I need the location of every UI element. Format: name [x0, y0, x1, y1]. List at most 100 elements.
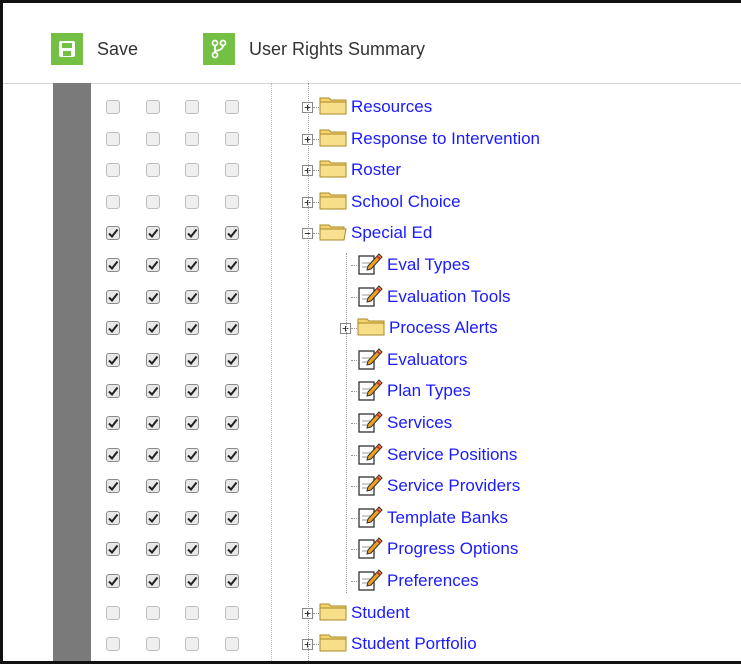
checkbox-r-progress-options[interactable] — [106, 542, 120, 556]
checkbox-d-service-positions[interactable] — [225, 448, 239, 462]
checkbox-r-evaluators[interactable] — [106, 353, 120, 367]
checkbox-d-services[interactable] — [225, 416, 239, 430]
checkbox-r-service-providers[interactable] — [106, 479, 120, 493]
tree-node-evaluation-tools: Evaluation Tools — [340, 284, 511, 310]
checkbox-d-process-alerts[interactable] — [225, 321, 239, 335]
checkbox-a-resources[interactable] — [185, 100, 199, 114]
tree-node-label[interactable]: Services — [387, 413, 452, 433]
checkbox-r-student[interactable] — [106, 606, 120, 620]
folder-icon — [319, 632, 347, 657]
tree-node-label[interactable]: Progress Options — [387, 539, 518, 559]
checkbox-r-service-positions[interactable] — [106, 448, 120, 462]
checkbox-w-progress-options[interactable] — [146, 542, 160, 556]
checkbox-d-response-to-intervention[interactable] — [225, 132, 239, 146]
checkbox-r-school-choice[interactable] — [106, 195, 120, 209]
checkbox-r-special-ed[interactable] — [106, 226, 120, 240]
checkbox-r-roster[interactable] — [106, 163, 120, 177]
tree-node-eval-types: Eval Types — [340, 252, 470, 278]
checkbox-d-progress-options[interactable] — [225, 542, 239, 556]
checkbox-d-template-banks[interactable] — [225, 511, 239, 525]
save-label: Save — [97, 38, 139, 59]
checkbox-r-template-banks[interactable] — [106, 511, 120, 525]
checkbox-r-eval-types[interactable] — [106, 258, 120, 272]
checkbox-r-evaluation-tools[interactable] — [106, 290, 120, 304]
checkbox-d-student[interactable] — [225, 606, 239, 620]
tree-node-label[interactable]: Response to Intervention — [351, 129, 540, 149]
tree-node-label[interactable]: Process Alerts — [389, 318, 498, 338]
tree-node-label[interactable]: Service Positions — [387, 445, 517, 465]
checkbox-a-preferences[interactable] — [185, 574, 199, 588]
checkbox-d-service-providers[interactable] — [225, 479, 239, 493]
checkbox-d-eval-types[interactable] — [225, 258, 239, 272]
checkbox-w-roster[interactable] — [146, 163, 160, 177]
checkbox-r-resources[interactable] — [106, 100, 120, 114]
checkbox-d-plan-types[interactable] — [225, 384, 239, 398]
folder-icon — [319, 158, 347, 183]
tree-node-student-portfolio: + Student Portfolio — [302, 631, 477, 657]
toolbar: Save User Rights Summary — [3, 3, 741, 84]
checkbox-a-student-portfolio[interactable] — [185, 637, 199, 651]
checkbox-a-template-banks[interactable] — [185, 511, 199, 525]
tree-node-progress-options: Progress Options — [340, 536, 518, 562]
checkbox-a-school-choice[interactable] — [185, 195, 199, 209]
checkbox-a-service-positions[interactable] — [185, 448, 199, 462]
tree-node-label[interactable]: Special Ed — [351, 223, 432, 243]
checkbox-d-evaluation-tools[interactable] — [225, 290, 239, 304]
checkbox-a-response-to-intervention[interactable] — [185, 132, 199, 146]
checkbox-a-roster[interactable] — [185, 163, 199, 177]
checkbox-d-roster[interactable] — [225, 163, 239, 177]
checkbox-w-service-providers[interactable] — [146, 479, 160, 493]
checkbox-r-plan-types[interactable] — [106, 384, 120, 398]
checkbox-d-school-choice[interactable] — [225, 195, 239, 209]
checkbox-w-special-ed[interactable] — [146, 226, 160, 240]
tree-node-label[interactable]: School Choice — [351, 192, 461, 212]
checkbox-a-progress-options[interactable] — [185, 542, 199, 556]
checkbox-r-preferences[interactable] — [106, 574, 120, 588]
checkbox-r-process-alerts[interactable] — [106, 321, 120, 335]
checkbox-w-response-to-intervention[interactable] — [146, 132, 160, 146]
checkbox-w-school-choice[interactable] — [146, 195, 160, 209]
checkbox-w-service-positions[interactable] — [146, 448, 160, 462]
checkbox-w-resources[interactable] — [146, 100, 160, 114]
tree-node-label[interactable]: Service Providers — [387, 476, 520, 496]
checkbox-w-services[interactable] — [146, 416, 160, 430]
checkbox-a-plan-types[interactable] — [185, 384, 199, 398]
checkbox-r-student-portfolio[interactable] — [106, 637, 120, 651]
checkbox-w-process-alerts[interactable] — [146, 321, 160, 335]
tree-node-label[interactable]: Student Portfolio — [351, 634, 477, 654]
checkbox-r-services[interactable] — [106, 416, 120, 430]
checkbox-a-special-ed[interactable] — [185, 226, 199, 240]
checkbox-a-evaluation-tools[interactable] — [185, 290, 199, 304]
checkbox-w-evaluation-tools[interactable] — [146, 290, 160, 304]
tree-node-label[interactable]: Plan Types — [387, 381, 471, 401]
checkbox-d-evaluators[interactable] — [225, 353, 239, 367]
checkbox-w-student[interactable] — [146, 606, 160, 620]
checkbox-w-template-banks[interactable] — [146, 511, 160, 525]
checkbox-a-process-alerts[interactable] — [185, 321, 199, 335]
tree-node-label[interactable]: Template Banks — [387, 508, 508, 528]
checkbox-a-evaluators[interactable] — [185, 353, 199, 367]
tree-node-label[interactable]: Eval Types — [387, 255, 470, 275]
tree-node-label[interactable]: Evaluators — [387, 350, 467, 370]
tree-node-label[interactable]: Resources — [351, 97, 432, 117]
checkbox-d-special-ed[interactable] — [225, 226, 239, 240]
checkbox-w-evaluators[interactable] — [146, 353, 160, 367]
save-button[interactable]: Save — [51, 33, 138, 65]
tree-node-label[interactable]: Roster — [351, 160, 401, 180]
checkbox-w-preferences[interactable] — [146, 574, 160, 588]
checkbox-a-student[interactable] — [185, 606, 199, 620]
checkbox-r-response-to-intervention[interactable] — [106, 132, 120, 146]
checkbox-a-service-providers[interactable] — [185, 479, 199, 493]
checkbox-w-plan-types[interactable] — [146, 384, 160, 398]
checkbox-d-student-portfolio[interactable] — [225, 637, 239, 651]
checkbox-w-student-portfolio[interactable] — [146, 637, 160, 651]
user-rights-summary-button[interactable]: User Rights Summary — [203, 33, 425, 65]
tree-node-label[interactable]: Evaluation Tools — [387, 287, 511, 307]
checkbox-a-eval-types[interactable] — [185, 258, 199, 272]
checkbox-w-eval-types[interactable] — [146, 258, 160, 272]
checkbox-a-services[interactable] — [185, 416, 199, 430]
tree-node-label[interactable]: Student — [351, 603, 410, 623]
checkbox-d-preferences[interactable] — [225, 574, 239, 588]
checkbox-d-resources[interactable] — [225, 100, 239, 114]
tree-node-label[interactable]: Preferences — [387, 571, 479, 591]
